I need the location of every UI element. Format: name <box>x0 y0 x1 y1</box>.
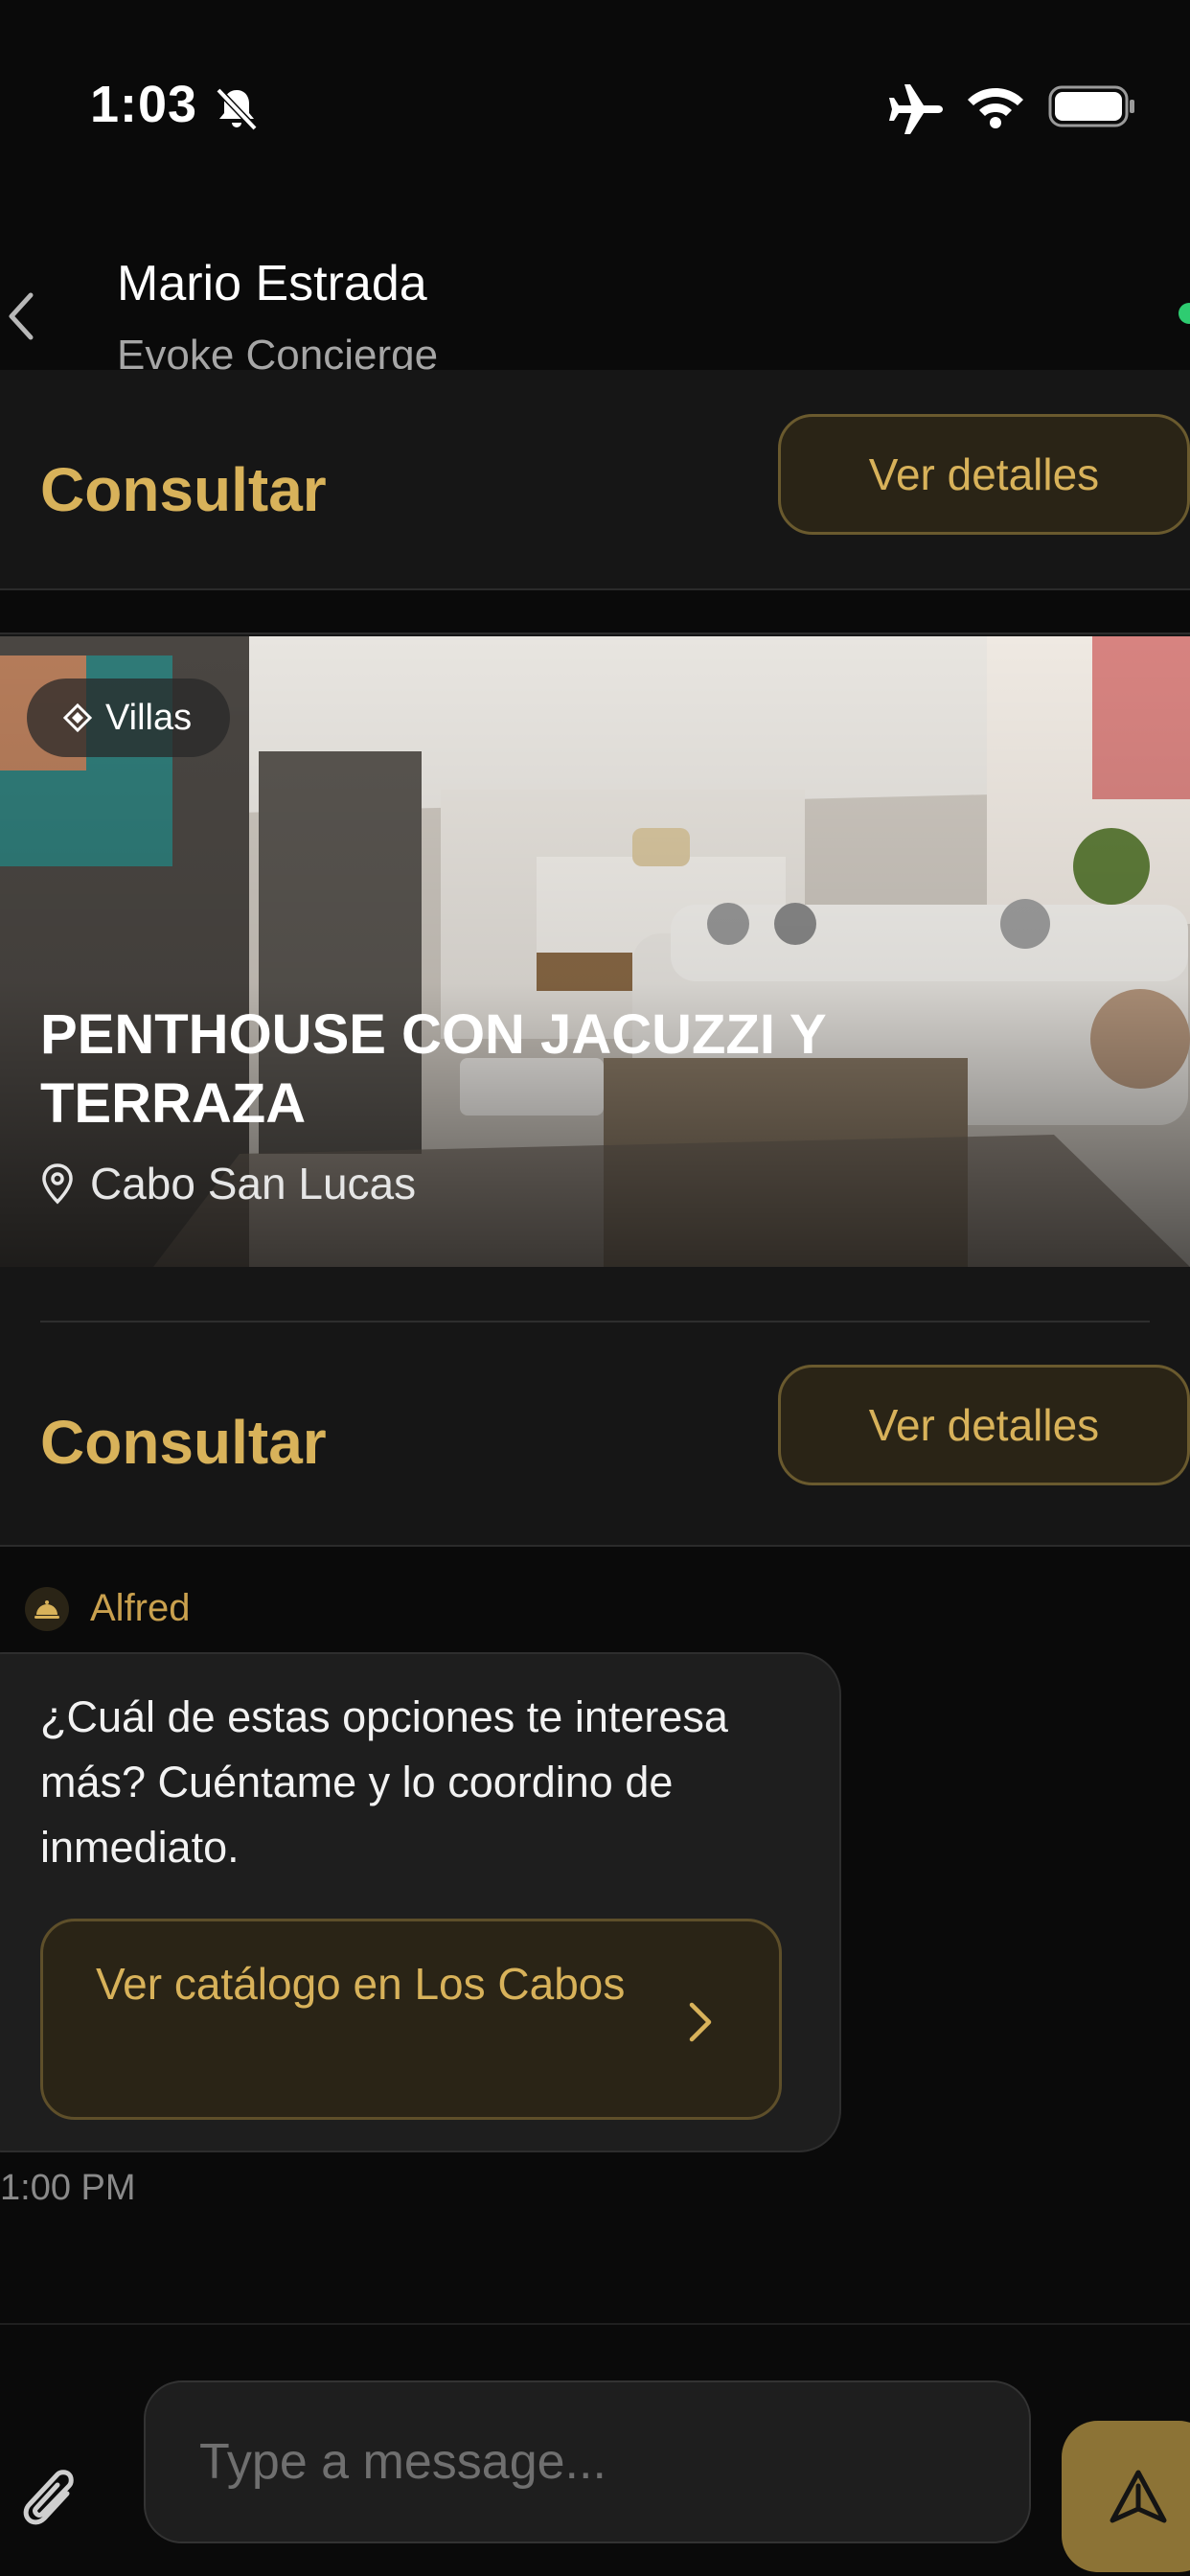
card-divider <box>40 1321 1150 1322</box>
concierge-bell-icon <box>25 1587 69 1631</box>
sender-name: Alfred <box>90 1587 191 1629</box>
diamond-icon <box>63 703 92 732</box>
details-button[interactable]: Ver detalles <box>778 414 1190 535</box>
message-input[interactable] <box>144 2380 1031 2543</box>
contact-name[interactable]: Mario Estrada <box>117 255 427 312</box>
location-label: Cabo San Lucas <box>90 1159 417 1208</box>
status-time: 1:03 <box>90 76 198 133</box>
message-timestamp: 1:00 PM <box>0 2168 136 2208</box>
property-title: PENTHOUSE CON JACUZZI Y TERRAZA <box>40 1003 826 1135</box>
bell-slash-icon <box>216 87 258 131</box>
catalog-button[interactable] <box>40 1919 782 2120</box>
composer-divider <box>0 2323 1190 2325</box>
consult-link[interactable]: Consultar <box>40 1407 327 1478</box>
chevron-right-icon <box>689 2002 712 2042</box>
send-icon <box>1110 2470 1167 2523</box>
property-location: Cabo San Lucas <box>40 1158 416 1209</box>
send-button[interactable] <box>1062 2421 1190 2572</box>
map-pin-icon <box>42 1163 73 1205</box>
back-chevron-icon[interactable] <box>6 289 36 343</box>
battery-icon <box>1048 85 1134 127</box>
wifi-icon <box>968 88 1023 128</box>
consult-link[interactable]: Consultar <box>40 454 327 525</box>
details-button[interactable]: Ver detalles <box>778 1365 1190 1485</box>
online-status-dot <box>1179 303 1190 324</box>
message-text: ¿Cuál de estas opciones te interesa más?… <box>40 1692 728 1872</box>
airplane-icon <box>889 84 943 134</box>
category-label: Villas <box>105 697 193 738</box>
category-badge: Villas <box>27 678 231 757</box>
catalog-button-label[interactable]: Ver catálogo en Los Cabos <box>96 1951 632 2016</box>
paperclip-icon[interactable] <box>21 2465 82 2538</box>
